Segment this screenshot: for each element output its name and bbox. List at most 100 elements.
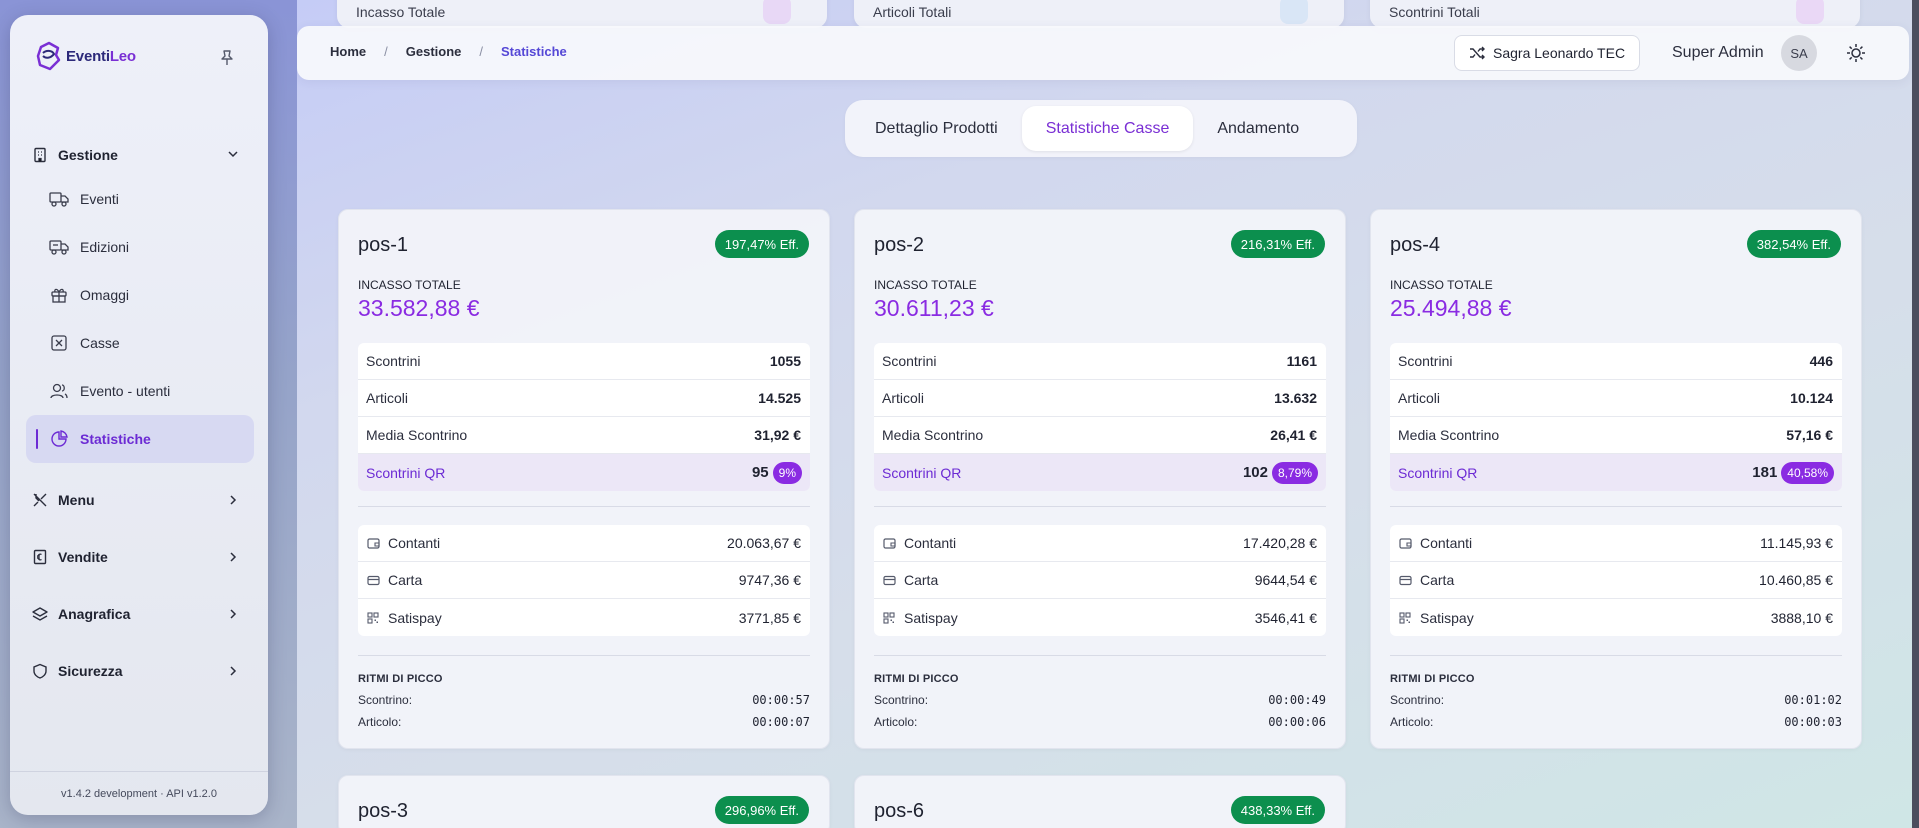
qr-code-icon: [882, 611, 896, 625]
incasso-label: INCASSO TOTALE: [874, 278, 977, 292]
efficiency-badge: 382,54% Eff.: [1746, 230, 1841, 258]
sidebar-item-label: Edizioni: [80, 239, 130, 255]
wallet-icon: [366, 536, 380, 550]
nav-group-label: Sicurezza: [58, 662, 123, 679]
stat-row-media: Media Scontrino 31,92 €: [358, 417, 810, 454]
nav-group-sicurezza[interactable]: Sicurezza: [24, 642, 254, 699]
payment-value: 11.145,93 €: [1760, 535, 1833, 551]
nav-group-vendite[interactable]: Vendite: [24, 528, 254, 585]
pos-name: pos-2: [874, 234, 925, 256]
breadcrumb-home[interactable]: Home: [330, 44, 366, 59]
sidebar-item-label: Omaggi: [80, 287, 130, 303]
ritmo-label: Scontrino:: [358, 693, 413, 707]
ritmo-value: 00:01:02: [1784, 693, 1842, 707]
qr-code-icon: [366, 611, 380, 625]
payment-row-carta: Carta 10.460,85 €: [1390, 562, 1842, 599]
stat-row-scontrini: Scontrini 446: [1390, 343, 1842, 380]
breadcrumb-separator: /: [384, 44, 388, 59]
efficiency-badge: 296,96% Eff.: [714, 796, 809, 824]
sidebar: EventiLeo Gestione Eventi Edizioni Omagg…: [10, 15, 268, 815]
app-logo[interactable]: EventiLeo: [34, 41, 136, 71]
logo-text: EventiLeo: [66, 47, 136, 65]
payment-row-contanti: Contanti 11.145,93 €: [1390, 525, 1842, 562]
breadcrumb: Home / Gestione / Statistiche: [330, 44, 567, 59]
credit-card-icon: [882, 573, 896, 587]
qr-percent-badge: 8,79%: [1271, 461, 1318, 484]
sidebar-item-edizioni[interactable]: Edizioni: [26, 223, 254, 271]
payment-label: Satispay: [1420, 609, 1474, 626]
payment-value: 20.063,67 €: [727, 535, 801, 551]
event-switch-button[interactable]: Sagra Leonardo TEC: [1454, 35, 1641, 71]
breadcrumb-gestione[interactable]: Gestione: [406, 44, 462, 59]
ritmo-scontrino-row: Scontrino: 00:00:57: [358, 693, 810, 707]
sidebar-item-label: Statistiche: [80, 431, 151, 447]
stat-value: 446: [1809, 353, 1833, 369]
ritmo-value: 00:00:03: [1784, 715, 1842, 729]
ritmo-articolo-row: Articolo: 00:00:06: [874, 715, 1326, 729]
wallet-icon: [1398, 536, 1412, 550]
tab-dettaglio-prodotti[interactable]: Dettaglio Prodotti: [851, 106, 1022, 151]
sidebar-item-eventi[interactable]: Eventi: [26, 175, 254, 223]
chevron-right-icon: [230, 495, 237, 505]
payment-row-satispay: Satispay 3888,10 €: [1390, 599, 1842, 636]
stat-label: Media Scontrino: [366, 427, 468, 443]
stat-value: 1161: [1286, 353, 1317, 369]
payment-value: 3888,10 €: [1770, 609, 1833, 626]
payment-row-carta: Carta 9644,54 €: [874, 562, 1326, 599]
pos-name: pos-3: [358, 800, 409, 822]
truck-icon: [48, 188, 70, 210]
tab-andamento[interactable]: Andamento: [1193, 106, 1323, 151]
pos-name: pos-4: [1390, 234, 1441, 256]
sun-icon[interactable]: [1845, 42, 1867, 64]
credit-card-icon: [366, 573, 380, 587]
ritmo-label: Articolo:: [874, 715, 918, 729]
nav-group-anagrafica[interactable]: Anagrafica: [24, 585, 254, 642]
sidebar-item-casse[interactable]: Casse: [26, 319, 254, 367]
pos-name: pos-1: [358, 234, 409, 256]
breadcrumb-current: Statistiche: [501, 44, 567, 59]
pie-chart-icon: [48, 428, 70, 450]
breadcrumb-separator: /: [479, 44, 483, 59]
payment-label: Carta: [904, 572, 939, 588]
ritmo-articolo-row: Articolo: 00:00:03: [1390, 715, 1842, 729]
summary-card-label: Articoli Totali: [873, 4, 952, 20]
nav-group-menu[interactable]: Menu: [24, 471, 254, 528]
incasso-value: 25.494,88 €: [1390, 295, 1512, 321]
ritmo-label: Articolo:: [358, 715, 402, 729]
qr-percent-badge: 9%: [772, 461, 802, 484]
ritmi-label: RITMI DI PICCO: [1390, 673, 1475, 685]
divider: [358, 506, 810, 507]
pos-stats-table: Scontrini 1055 Articoli 14.525 Media Scont…: [358, 343, 810, 491]
divider: [874, 506, 1326, 507]
payments-table: Contanti 20.063,67 € Carta 9747,36 € Satis…: [358, 525, 810, 636]
pos-card: pos-4 382,54% Eff. INCASSO TOTALE 25.494…: [1370, 209, 1862, 749]
payment-value: 10.460,85 €: [1759, 572, 1833, 588]
payment-value: 3771,85 €: [738, 609, 801, 626]
stat-row-qr: Scontrini QR 181 40,58%: [1390, 454, 1842, 491]
incasso-value: 30.611,23 €: [874, 295, 994, 321]
stat-label: Scontrini QR: [366, 464, 446, 481]
sidebar-item-omaggi[interactable]: Omaggi: [26, 271, 254, 319]
user-name[interactable]: Super Admin: [1672, 44, 1764, 62]
stat-label: Scontrini: [1398, 353, 1453, 369]
truck-alt-icon: [48, 236, 70, 258]
tab-statistiche-casse[interactable]: Statistiche Casse: [1021, 106, 1194, 151]
nav-group-gestione[interactable]: Gestione: [24, 135, 254, 175]
ritmo-scontrino-row: Scontrino: 00:00:49: [874, 693, 1326, 707]
pin-icon[interactable]: [217, 48, 237, 68]
ritmo-label: Scontrino:: [1390, 693, 1445, 707]
sidebar-nav: Gestione Eventi Edizioni Omaggi Casse Ev…: [24, 135, 254, 699]
avatar[interactable]: SA: [1781, 35, 1817, 71]
logo-mark-icon: [36, 41, 61, 71]
summary-card-label: Scontrini Totali: [1389, 4, 1480, 20]
sidebar-item-evento-utenti[interactable]: Evento - utenti: [26, 367, 254, 415]
stat-label: Media Scontrino: [1398, 427, 1500, 443]
pos-stats-table: Scontrini 446 Articoli 10.124 Media Scontr…: [1390, 343, 1842, 491]
qr-count: 102: [1242, 464, 1268, 481]
ritmo-label: Articolo:: [1390, 715, 1434, 729]
ritmo-articolo-row: Articolo: 00:00:07: [358, 715, 810, 729]
sidebar-item-statistiche[interactable]: Statistiche: [26, 415, 254, 463]
summary-cards-peek: Incasso Totale Articoli Totali Scontrini…: [337, 0, 1867, 28]
qr-count: 181: [1752, 464, 1778, 481]
stat-label: Media Scontrino: [882, 427, 984, 443]
